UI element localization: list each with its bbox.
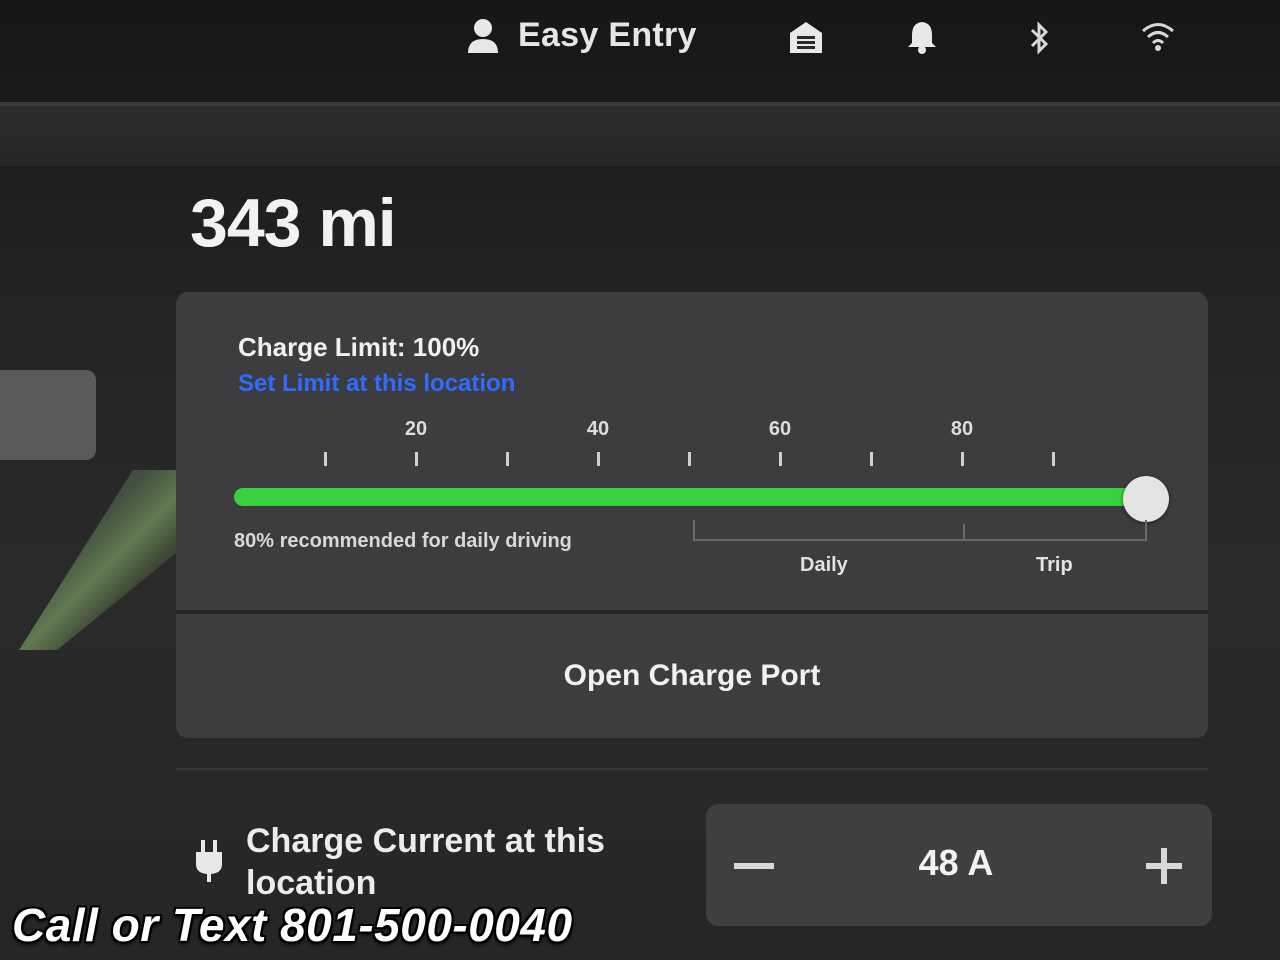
driver-profile[interactable]: Easy Entry xyxy=(466,16,697,55)
scale-label-80: 80 xyxy=(950,418,974,440)
zone-trip-label: Trip xyxy=(1036,554,1073,576)
dealer-contact-banner: Call or Text 801-500-0040 xyxy=(12,899,573,951)
scale-tick xyxy=(324,452,327,466)
scale-tick xyxy=(415,452,418,466)
side-panel-tile[interactable] xyxy=(0,370,96,460)
set-limit-link[interactable]: Set Limit at this location xyxy=(238,370,515,398)
scale-label-20: 20 xyxy=(404,418,428,440)
zone-bracket xyxy=(692,514,1148,544)
scale-tick xyxy=(1052,452,1055,466)
scale-tick xyxy=(597,452,600,466)
background-photo xyxy=(19,470,190,650)
bell-icon[interactable] xyxy=(906,20,938,54)
scale-tick xyxy=(870,452,873,466)
charge-limit-label: Charge Limit: 100% xyxy=(238,332,480,362)
charge-limit-card: Charge Limit: 100% Set Limit at this loc… xyxy=(176,292,1208,738)
scale-label-40: 40 xyxy=(586,418,610,440)
increase-current-button[interactable] xyxy=(1134,836,1194,896)
zone-daily-label: Daily xyxy=(800,554,848,576)
charge-current-value: 48 A xyxy=(918,842,994,883)
bluetooth-icon[interactable] xyxy=(1026,20,1054,56)
plug-icon xyxy=(194,838,224,884)
scale-tick xyxy=(506,452,509,466)
range-readout: 343 mi xyxy=(190,185,397,261)
person-icon xyxy=(466,18,500,54)
plus-icon xyxy=(1146,848,1182,884)
charge-current-stepper: 48 A xyxy=(706,804,1212,926)
slider-fill xyxy=(234,488,1146,506)
scale-label-60: 60 xyxy=(768,418,792,440)
open-charge-port-button[interactable]: Open Charge Port xyxy=(176,614,1208,738)
profile-name: Easy Entry xyxy=(518,16,697,54)
charging-screen: Easy Entry 343 mi Charge Limit: 100% Set… xyxy=(0,0,1280,960)
scale-tick xyxy=(961,452,964,466)
status-bar: Easy Entry xyxy=(440,8,1200,68)
header-band xyxy=(0,106,1280,166)
charge-current-label: Charge Current at this location xyxy=(246,822,605,902)
decrease-current-button[interactable] xyxy=(724,836,784,896)
garage-icon[interactable] xyxy=(788,20,824,54)
recommendation-text: 80% recommended for daily driving xyxy=(234,530,572,552)
scale-tick xyxy=(688,452,691,466)
wifi-icon[interactable] xyxy=(1140,20,1176,52)
minus-icon xyxy=(734,863,774,869)
charge-limit-slider[interactable] xyxy=(234,488,1146,506)
section-divider xyxy=(176,768,1208,770)
scale-tick xyxy=(779,452,782,466)
